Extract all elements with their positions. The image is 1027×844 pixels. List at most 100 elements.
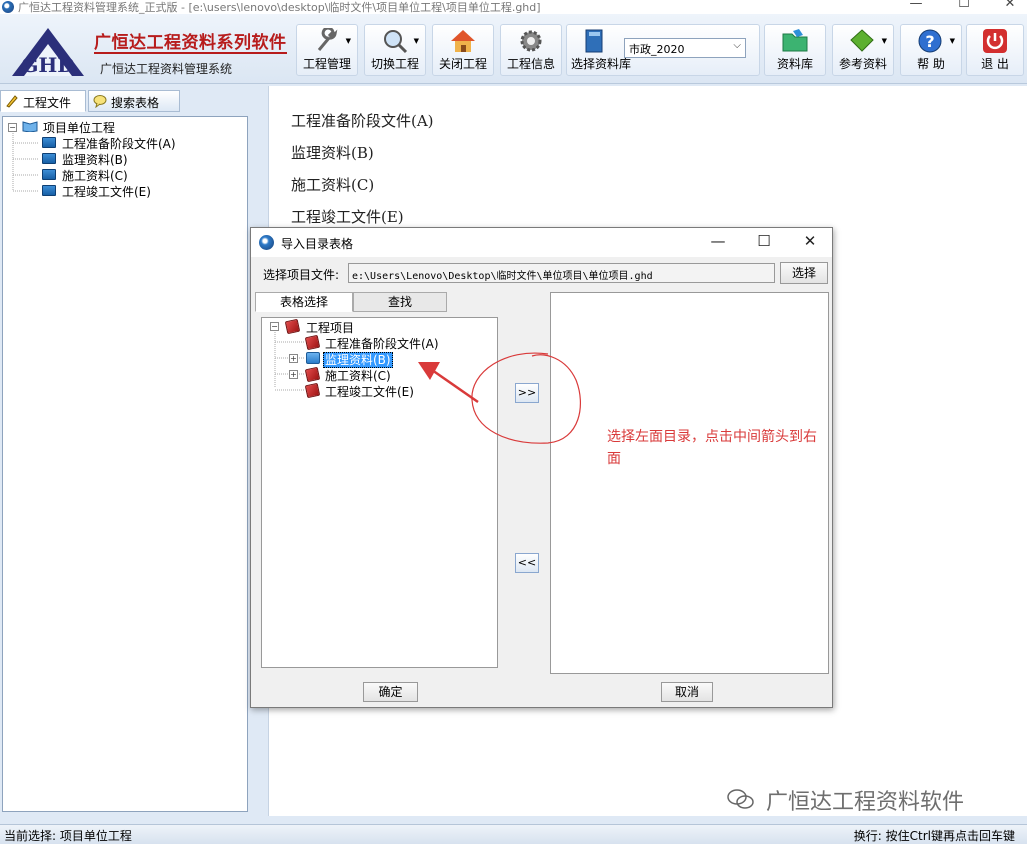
status-bar: 当前选择: 项目单位工程 换行: 按住Ctrl键再点击回车键 [0,824,1027,844]
dialog-tree-item-e[interactable]: 工程竣工文件(E) [325,383,414,400]
dialog-close-button[interactable]: ✕ [795,232,825,252]
reference-button[interactable]: ▼ 参考资料 [832,24,894,76]
speech-bubble-icon [93,95,107,108]
red-book-icon [284,318,301,335]
move-right-button[interactable]: >> [515,383,539,403]
switch-project-label: 切换工程 [370,57,419,71]
target-list[interactable] [550,292,829,674]
content-item-e[interactable]: 工程竣工文件(E) [291,206,404,227]
book-icon [42,153,56,164]
brand-subtitle: 广恒达工程资料管理系统 [100,62,233,76]
project-manage-button[interactable]: ▼ 工程管理 [296,24,358,76]
minimize-button[interactable]: — [898,0,934,13]
wechat-icon [727,789,754,809]
folder-icon [782,29,808,52]
book-icon [42,185,56,196]
magnifier-icon [384,30,408,54]
brand-title: 广恒达工程资料系列软件 [94,33,287,54]
dialog-maximize-button[interactable]: ☐ [749,232,779,252]
ok-button[interactable]: 确定 [363,682,418,702]
tab-table-select[interactable]: 表格选择 [255,292,353,312]
reference-label: 参考资料 [838,57,887,71]
file-label: 选择项目文件: [263,268,340,282]
project-manage-label: 工程管理 [302,57,351,71]
tab-search-tables-label: 搜索表格 [111,96,160,110]
red-book-icon [304,382,321,399]
selected-item-label: 监理资料(B) [323,352,393,368]
close-window-button[interactable]: ✕ [992,0,1027,13]
red-book-icon [304,366,321,383]
window-title: 广恒达工程资料管理系统_正式版 - [e:\users\lenovo\deskt… [18,1,541,14]
project-info-button[interactable]: 工程信息 [500,24,562,76]
app-icon [2,1,14,13]
dialog-tree-item-c[interactable]: 施工资料(C) [325,367,391,384]
close-project-label: 关闭工程 [438,57,487,71]
maximize-button[interactable]: ☐ [946,0,982,13]
collapse-toggle[interactable]: − [270,322,279,331]
title-bar: 广恒达工程资料管理系统_正式版 - [e:\users\lenovo\deskt… [0,0,1027,14]
help-icon: ? [918,29,942,53]
dialog-title-bar: 导入目录表格 — ☐ ✕ [251,228,832,257]
cancel-button[interactable]: 取消 [661,682,713,702]
project-info-label: 工程信息 [506,57,555,71]
dialog-tree-item-a[interactable]: 工程准备阶段文件(A) [325,335,439,352]
tree-item-e[interactable]: 工程竣工文件(E) [62,183,151,200]
dialog-minimize-button[interactable]: — [703,232,733,252]
select-library-label: 选择资料库 [571,57,632,71]
open-book-icon [22,121,38,132]
tree-item-c[interactable]: 施工资料(C) [62,167,128,184]
content-item-a[interactable]: 工程准备阶段文件(A) [291,110,434,131]
tab-project-files-label: 工程文件 [23,96,72,110]
exit-label: 退 出 [981,57,1009,71]
file-path-input[interactable]: e:\Users\Lenovo\Desktop\临时文件\单位项目\单位项目.g… [348,263,775,283]
switch-project-button[interactable]: ▼ 切换工程 [364,24,426,76]
help-button[interactable]: ? ▼ 帮 助 [900,24,962,76]
dialog-tree: − 工程项目 工程准备阶段文件(A) + 监理资料(B) + 施工资料(C) 工… [261,317,498,668]
dialog-tree-item-b[interactable]: 监理资料(B) [323,351,393,368]
expand-toggle[interactable]: + [289,354,298,363]
book-icon [585,29,603,53]
dialog-title: 导入目录表格 [281,237,354,251]
wrench-icon [317,28,338,51]
chevron-down-icon: ⌵ [733,40,741,51]
chevron-down-icon: ▼ [949,37,955,45]
gear-icon [520,30,542,52]
expand-toggle[interactable]: + [289,370,298,379]
tree-root[interactable]: 项目单位工程 [43,119,115,136]
header-toolbar: GHD 广恒达工程资料系列软件 广恒达工程资料管理系统 ▼ 工程管理 ▼ 切换工… [0,14,1027,84]
library-label: 资料库 [776,57,813,71]
power-icon [983,29,1007,53]
dialog-tree-root[interactable]: 工程项目 [306,319,354,336]
left-tabs: 工程文件 搜索表格 [0,88,260,112]
tab-find[interactable]: 查找 [353,292,447,312]
book-icon [42,137,56,148]
tab-project-files[interactable]: 工程文件 [0,90,86,112]
open-book-icon [306,352,320,364]
chevron-down-icon: ▼ [881,37,887,45]
svg-text:?: ? [925,32,934,51]
content-item-b[interactable]: 监理资料(B) [291,142,374,163]
exit-button[interactable]: 退 出 [966,24,1024,76]
tree-item-a[interactable]: 工程准备阶段文件(A) [62,135,176,152]
pick-file-button[interactable]: 选择 [780,262,828,284]
red-book-icon [304,334,321,351]
help-label: 帮 助 [917,57,945,71]
close-project-button[interactable]: 关闭工程 [432,24,494,76]
book-icon [42,169,56,180]
diamond-icon [850,29,874,52]
collapse-toggle[interactable]: − [8,123,17,132]
move-left-button[interactable]: << [515,553,539,573]
status-hint: 换行: 按住Ctrl键再点击回车键 [853,829,1015,843]
svg-text:GHD: GHD [21,53,74,77]
tab-search-tables[interactable]: 搜索表格 [88,90,180,112]
chevron-down-icon: ▼ [413,37,419,45]
content-item-c[interactable]: 施工资料(C) [291,174,374,195]
library-select-value: 市政_2020 [629,43,685,56]
annotation-text: 选择左面目录，点击中间箭头到右面 [607,429,817,467]
library-button[interactable]: 资料库 [764,24,826,76]
library-select[interactable]: 市政_2020 ⌵ [624,38,746,58]
project-tree: − 项目单位工程 工程准备阶段文件(A) 监理资料(B) 施工资料(C) 工程竣… [2,116,248,812]
dialog-app-icon [259,235,274,250]
tree-item-b[interactable]: 监理资料(B) [62,151,128,168]
house-icon [451,30,475,52]
